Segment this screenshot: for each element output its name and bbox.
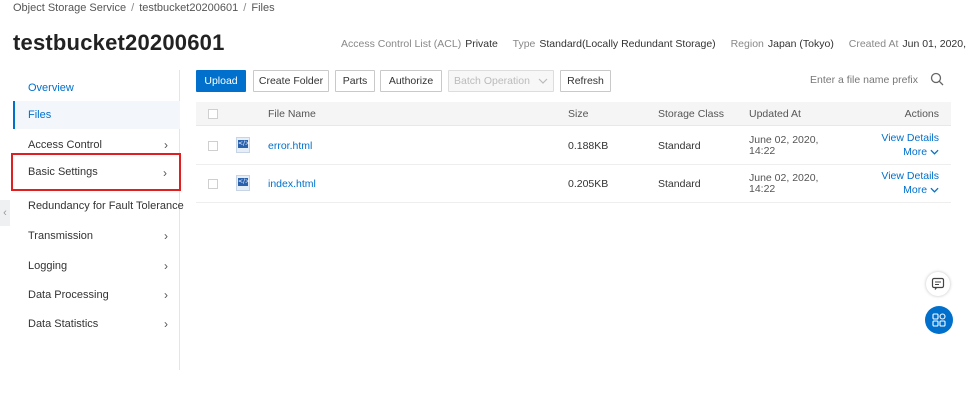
updated-time: 14:22 <box>749 183 776 195</box>
search-input[interactable] <box>808 70 923 86</box>
sidebar-item-transmission[interactable]: Transmission › <box>13 222 180 250</box>
feedback-button[interactable] <box>926 272 950 296</box>
upload-button[interactable]: Upload <box>196 70 246 92</box>
bucket-meta: Access Control List (ACL) Private Type Sta… <box>341 38 967 50</box>
chevron-right-icon: › <box>164 288 168 302</box>
sidebar-item-label: Transmission <box>28 230 93 242</box>
sidebar-item-label: Access Control <box>28 139 102 151</box>
sidebar-item-label: Basic Settings <box>28 166 98 178</box>
html-file-icon: </> <box>236 175 250 191</box>
row-checkbox[interactable] <box>208 141 218 151</box>
more-dropdown[interactable]: More <box>881 145 939 159</box>
sidebar-item-label: Data Statistics <box>28 318 99 330</box>
chevron-down-icon <box>930 187 939 193</box>
file-storage-class: Standard <box>658 178 701 190</box>
grid-apps-icon <box>932 313 946 327</box>
view-details-link[interactable]: View Details <box>881 169 939 183</box>
table-header: File Name Size Storage Class Updated At … <box>196 102 951 126</box>
authorize-button[interactable]: Authorize <box>380 70 442 92</box>
chevron-right-icon: › <box>163 166 167 180</box>
col-file-name: File Name <box>268 108 316 120</box>
sidebar-item-label: Redundancy for Fault Tolerance <box>28 200 184 212</box>
breadcrumb-oss[interactable]: Object Storage Service <box>13 2 126 14</box>
file-size: 0.205KB <box>568 178 609 190</box>
more-dropdown[interactable]: More <box>881 183 939 197</box>
breadcrumb-separator: / <box>131 2 135 14</box>
sidebar-item-redundancy[interactable]: Redundancy for Fault Tolerance <box>13 192 184 220</box>
acl-label: Access Control List (ACL) <box>341 38 462 50</box>
batch-operation-dropdown[interactable]: Batch Operation <box>448 70 554 92</box>
chevron-right-icon: › <box>164 229 168 243</box>
file-size: 0.188KB <box>568 140 609 152</box>
sidebar-item-overview[interactable]: Overview <box>13 74 180 102</box>
sidebar-item-files[interactable]: Files <box>13 101 180 129</box>
table-row: </> index.html 0.205KB Standard June 02,… <box>196 165 951 203</box>
view-details-link[interactable]: View Details <box>881 131 939 145</box>
region-label: Region <box>730 38 764 50</box>
updated-time: 14:22 <box>749 145 776 157</box>
row-actions: View Details More <box>881 169 939 197</box>
chevron-right-icon: › <box>164 259 168 273</box>
parts-button[interactable]: Parts <box>335 70 375 92</box>
col-updated-at: Updated At <box>749 108 801 120</box>
chevron-left-icon: ‹ <box>3 207 7 219</box>
chevron-down-icon <box>930 149 939 155</box>
col-storage-class: Storage Class <box>658 108 724 120</box>
search-box <box>808 70 948 92</box>
refresh-button[interactable]: Refresh <box>560 70 611 92</box>
type-label: Type <box>512 38 536 50</box>
row-actions: View Details More <box>881 131 939 159</box>
search-icon[interactable] <box>930 72 944 86</box>
col-actions: Actions <box>904 108 939 120</box>
file-storage-class: Standard <box>658 140 701 152</box>
sidebar-item-label: Data Processing <box>28 289 109 301</box>
breadcrumb-separator: / <box>243 2 247 14</box>
file-name-link[interactable]: index.html <box>268 178 316 190</box>
type-value: Standard(Locally Redundant Storage) <box>539 38 716 50</box>
chevron-right-icon: › <box>164 138 168 152</box>
chevron-right-icon: › <box>164 317 168 331</box>
select-all-checkbox[interactable] <box>208 109 218 119</box>
create-folder-button[interactable]: Create Folder <box>253 70 329 92</box>
sidebar-item-label: Logging <box>28 260 68 272</box>
sidebar-item-data-statistics[interactable]: Data Statistics › <box>13 310 180 338</box>
breadcrumb-bucket[interactable]: testbucket20200601 <box>139 2 238 14</box>
created-label: Created At <box>848 38 899 50</box>
more-label: More <box>903 146 928 158</box>
sidebar-item-basic-settings[interactable]: Basic Settings › <box>11 153 181 191</box>
breadcrumb-files: Files <box>251 2 275 14</box>
sidebar-item-label: Overview <box>28 82 74 94</box>
file-name-link[interactable]: error.html <box>268 140 312 152</box>
file-updated-at: June 02, 2020, 14:22 <box>749 173 818 195</box>
acl-value: Private <box>465 38 498 50</box>
chat-icon <box>931 277 945 290</box>
file-updated-at: June 02, 2020, 14:22 <box>749 135 818 157</box>
sidebar-item-logging[interactable]: Logging › <box>13 252 180 280</box>
app-menu-button[interactable] <box>925 306 953 334</box>
more-label: More <box>903 184 928 196</box>
chevron-down-icon <box>538 78 548 84</box>
sidebar-collapse-toggle[interactable]: ‹ <box>0 200 10 226</box>
batch-operation-label: Batch Operation <box>454 75 530 87</box>
row-checkbox[interactable] <box>208 179 218 189</box>
table-row: </> error.html 0.188KB Standard June 02,… <box>196 127 951 165</box>
page-title: testbucket20200601 <box>13 30 225 55</box>
breadcrumb: Object Storage Service / testbucket2020060… <box>13 2 275 14</box>
sidebar-item-label: Files <box>28 109 52 121</box>
col-size: Size <box>568 108 589 120</box>
sidebar-item-data-processing[interactable]: Data Processing › <box>13 281 180 309</box>
created-value: Jun 01, 2020, 16:37 <box>902 38 967 50</box>
html-file-icon: </> <box>236 137 250 153</box>
region-value: Japan (Tokyo) <box>767 38 834 50</box>
